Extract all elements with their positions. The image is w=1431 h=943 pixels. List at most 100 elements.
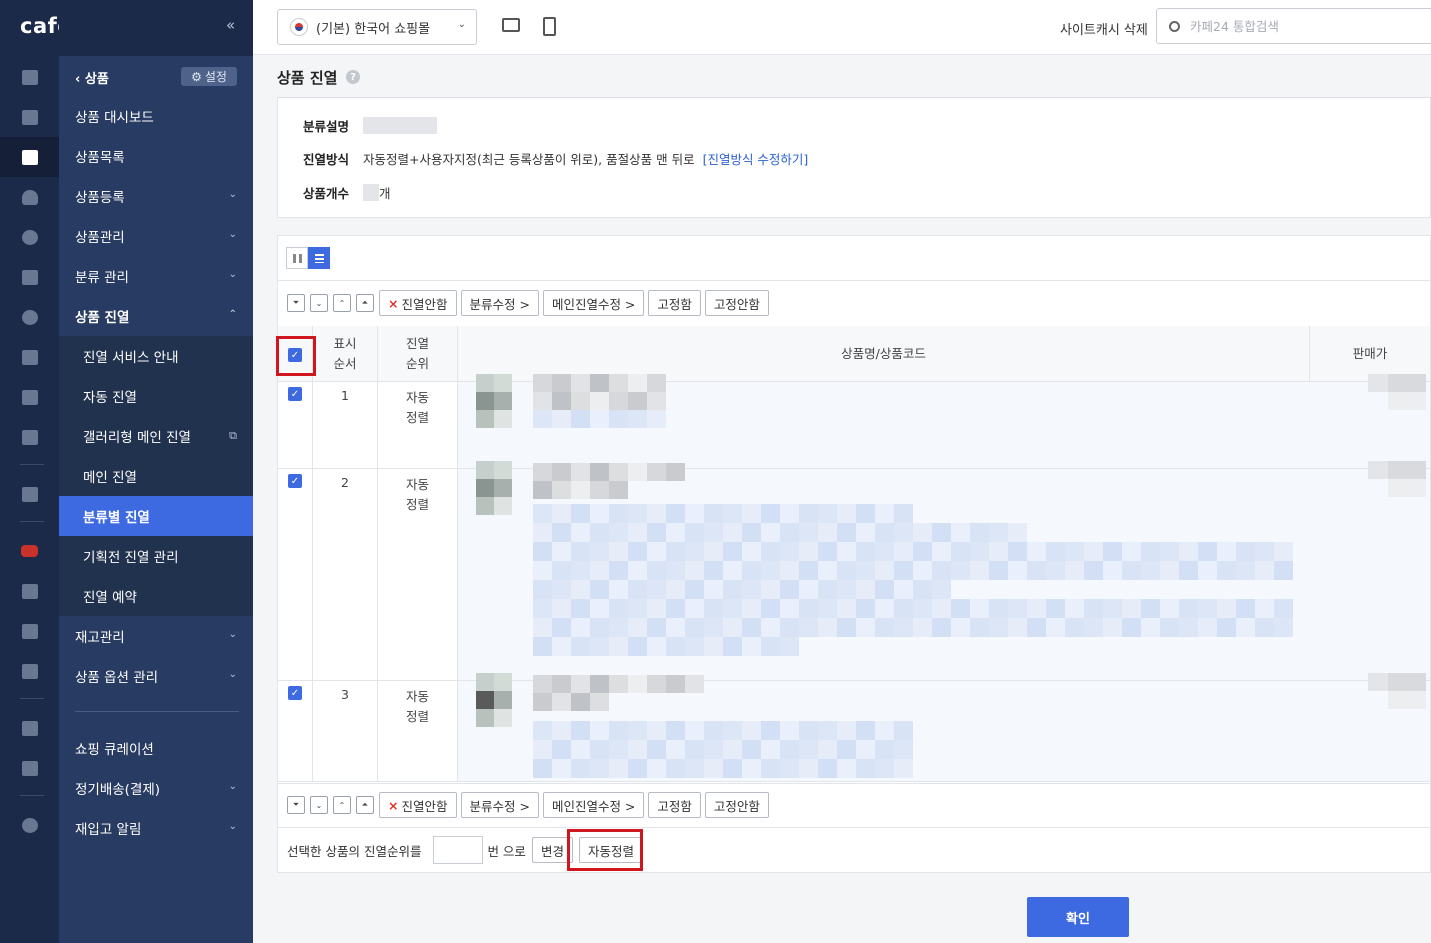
no-display-button[interactable]: × 진열안함: [379, 290, 457, 316]
blur-pixel: [685, 504, 704, 523]
menu-product-register[interactable]: 상품등록 ⌄: [59, 176, 253, 216]
collapse-sidebar-icon[interactable]: «: [226, 16, 235, 34]
desktop-preview-icon[interactable]: [502, 18, 520, 32]
submenu-exhibition-display[interactable]: 기획전 진열 관리: [59, 536, 253, 576]
display-rank-input[interactable]: [433, 836, 484, 864]
help-icon[interactable]: ?: [346, 70, 360, 84]
grid-view-button[interactable]: [286, 247, 308, 269]
submenu-display-service-guide[interactable]: 진열 서비스 안내: [59, 336, 253, 376]
blur-pixel: [837, 542, 856, 561]
menu-product-display[interactable]: 상품 진열 ⌃: [59, 296, 253, 336]
chart-icon[interactable]: [0, 337, 59, 377]
blur-pixel: [590, 410, 609, 428]
cart-icon[interactable]: [0, 97, 59, 137]
blur-pixel: [894, 599, 913, 618]
blur-pixel: [818, 759, 837, 778]
blur-pixel: [951, 542, 970, 561]
edit-display-method-link[interactable]: [진열방식 수정하기]: [703, 149, 809, 168]
move-up-button[interactable]: ⌃: [333, 796, 351, 814]
main-display-edit-button[interactable]: 메인진열수정 >: [542, 290, 645, 316]
submenu-main-display[interactable]: 메인 진열: [59, 456, 253, 496]
chat-icon[interactable]: [0, 217, 59, 257]
menu-product-options[interactable]: 상품 옵션 관리 ⌄: [59, 656, 253, 696]
store-settings-icon[interactable]: [0, 474, 59, 514]
blur-pixel: [723, 618, 742, 637]
row-checkbox[interactable]: ✓: [288, 387, 302, 401]
blur-pixel: [799, 523, 818, 542]
category-edit-button[interactable]: 분류수정 >: [460, 792, 539, 818]
menu-inventory[interactable]: 재고관리 ⌄: [59, 616, 253, 656]
blur-pixel: [875, 504, 894, 523]
submenu-auto-display[interactable]: 자동 진열: [59, 376, 253, 416]
submenu-gallery-main-display[interactable]: 갤러리형 메인 진열 ⧉: [59, 416, 253, 456]
submenu-display-reservation[interactable]: 진열 예약: [59, 576, 253, 616]
blur-pixel: [1084, 599, 1103, 618]
move-down-button[interactable]: ⌄: [310, 796, 328, 814]
blur-pixel: [1103, 542, 1122, 561]
excel-icon[interactable]: [0, 417, 59, 457]
app-store-icon[interactable]: [0, 651, 59, 691]
shirt-icon[interactable]: [0, 137, 59, 177]
no-display-button[interactable]: × 진열안함: [379, 792, 457, 818]
palette-icon[interactable]: [0, 297, 59, 337]
move-top-button[interactable]: ⏶: [356, 294, 374, 312]
blur-pixel: [1255, 542, 1274, 561]
row-checkbox[interactable]: ✓: [288, 474, 302, 488]
menu-product-dashboard[interactable]: 상품 대시보드: [59, 96, 253, 136]
site-cache-delete-link[interactable]: 사이트캐시 삭제: [1060, 19, 1148, 38]
youtube-icon[interactable]: [0, 531, 59, 571]
back-to-product[interactable]: ‹ 상품: [75, 68, 109, 87]
blur-pixel: [913, 618, 932, 637]
move-up-button[interactable]: ⌃: [333, 294, 351, 312]
blur-pixel: [647, 599, 666, 618]
blur-pixel: [1368, 673, 1388, 691]
blur-pixel: [666, 721, 685, 740]
submenu-header: ‹ 상품 ⚙ 설정: [59, 56, 253, 96]
blur-pixel: [970, 599, 989, 618]
integrated-search[interactable]: [1156, 8, 1431, 44]
folder-plus-icon[interactable]: [0, 748, 59, 788]
menu-subscription[interactable]: 정기배송(결제) ⌄: [59, 768, 253, 808]
move-top-button[interactable]: ⏶: [356, 796, 374, 814]
row-checkbox[interactable]: ✓: [288, 686, 302, 700]
menu-product-list[interactable]: 상품목록: [59, 136, 253, 176]
unfix-button[interactable]: 고정안함: [704, 792, 769, 818]
blur-pixel: [609, 542, 628, 561]
confirm-button[interactable]: 확인: [1027, 897, 1129, 937]
blur-pixel: [685, 580, 704, 599]
gear-icon[interactable]: [0, 805, 59, 845]
megaphone-icon[interactable]: [0, 611, 59, 651]
user-icon[interactable]: [0, 177, 59, 217]
menu-category-manage[interactable]: 분류 관리 ⌄: [59, 256, 253, 296]
fix-button[interactable]: 고정함: [648, 290, 701, 316]
mobile-preview-icon[interactable]: [543, 17, 556, 36]
blur-pixel: [685, 523, 704, 542]
category-edit-button[interactable]: 분류수정 >: [460, 290, 539, 316]
submenu-category-display[interactable]: 분류별 진열: [59, 496, 253, 536]
blur-pixel: [818, 542, 837, 561]
settings-button[interactable]: ⚙ 설정: [181, 67, 237, 86]
bag-icon[interactable]: [0, 571, 59, 611]
blur-pixel: [894, 542, 913, 561]
menu-product-manage[interactable]: 상품관리 ⌄: [59, 216, 253, 256]
blur-pixel: [571, 721, 590, 740]
blur-pixel: [894, 561, 913, 580]
search-input[interactable]: [1190, 18, 1410, 34]
move-bottom-button[interactable]: ⏷: [287, 294, 305, 312]
main-display-edit-button[interactable]: 메인진열수정 >: [542, 792, 645, 818]
analytics-icon[interactable]: [0, 377, 59, 417]
move-bottom-button[interactable]: ⏷: [287, 796, 305, 814]
shop-select[interactable]: (기본) 한국어 쇼핑몰 ⌄: [277, 9, 477, 45]
fix-button[interactable]: 고정함: [648, 792, 701, 818]
list-view-button[interactable]: [308, 247, 330, 269]
home-icon[interactable]: [0, 57, 59, 97]
apps-icon[interactable]: [0, 708, 59, 748]
document-icon[interactable]: [0, 257, 59, 297]
unfix-button[interactable]: 고정안함: [704, 290, 769, 316]
blur-pixel: [1388, 691, 1426, 709]
blur-pixel: [723, 721, 742, 740]
menu-restock-alert[interactable]: 재입고 알림 ⌄: [59, 808, 253, 848]
blur-pixel: [1179, 542, 1198, 561]
menu-shopping-curation[interactable]: 쇼핑 큐레이션: [59, 728, 253, 768]
move-down-button[interactable]: ⌄: [310, 294, 328, 312]
